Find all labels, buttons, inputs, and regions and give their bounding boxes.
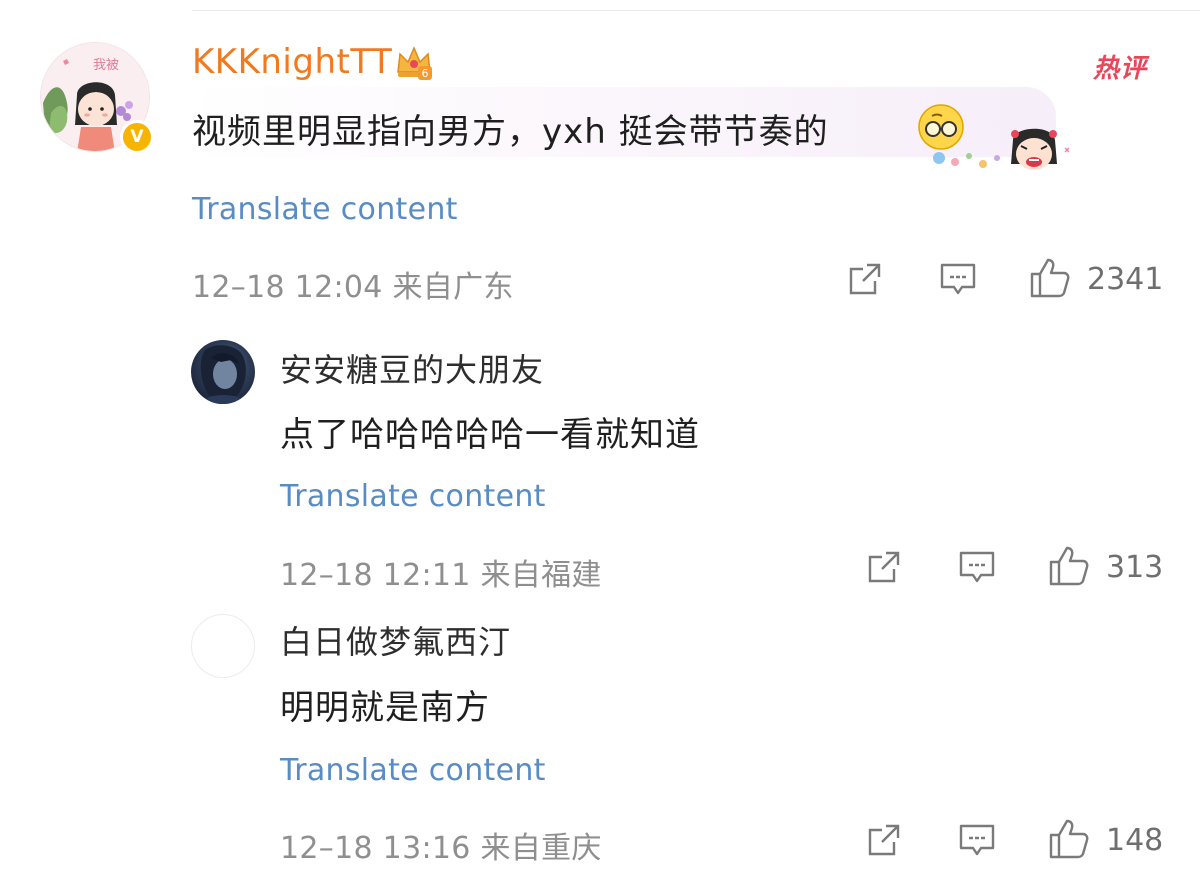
bubble-decoration (933, 128, 1070, 170)
reply-text: 明明就是南方 (280, 688, 490, 728)
avatar[interactable] (191, 614, 255, 678)
crown-level-number: 6 (422, 67, 429, 80)
like-count: 2341 (1087, 262, 1164, 297)
thumbs-up-icon[interactable] (1047, 544, 1091, 588)
reply-username[interactable]: 安安糖豆的大朋友 (280, 345, 544, 391)
reply-text: 点了哈哈哈哈哈一看就知道 (280, 415, 700, 455)
comment-username[interactable]: KKKnightTT (192, 42, 392, 82)
hot-comment-badge: 热评 (1093, 54, 1148, 84)
share-icon[interactable] (864, 820, 904, 860)
comment-text: 视频里明显指向男方，yxh 挺会带节奏的 (192, 112, 829, 152)
reply-username[interactable]: 白日做梦氟西汀 (280, 617, 511, 663)
comment-icon[interactable] (957, 547, 997, 587)
avatar-image (200, 345, 247, 404)
share-icon[interactable] (845, 259, 885, 299)
avatar[interactable] (191, 340, 255, 404)
thumbs-up-icon[interactable] (1047, 817, 1091, 861)
svg-text:我被: 我被 (93, 58, 119, 73)
reply-meta: 12–18 13:16 来自重庆 (280, 831, 602, 866)
comment-meta: 12–18 12:04 来自广东 (192, 270, 514, 305)
top-divider (192, 10, 1200, 11)
translate-link[interactable]: Translate content (280, 753, 546, 788)
like-count: 148 (1106, 823, 1164, 858)
comment-icon[interactable] (957, 820, 997, 860)
comment-icon[interactable] (938, 259, 978, 299)
crown-icon[interactable]: 6 (394, 42, 434, 82)
reply-meta: 12–18 12:11 来自福建 (280, 558, 602, 593)
verified-badge: V (120, 120, 154, 154)
like-count: 313 (1106, 550, 1164, 585)
thumbs-up-icon[interactable] (1028, 256, 1072, 300)
share-icon[interactable] (864, 547, 904, 587)
translate-link[interactable]: Translate content (280, 479, 546, 514)
translate-link[interactable]: Translate content (192, 192, 458, 227)
